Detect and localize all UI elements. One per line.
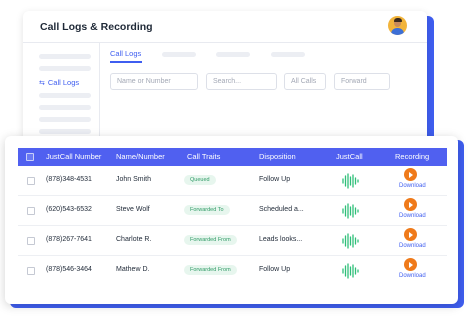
justcall-number: (620)543-6532 [46,206,92,213]
sidebar-placeholder [39,105,91,110]
call-trait-badge: Queued [184,175,216,185]
page-title: Call Logs & Recording [40,21,153,33]
waveform-icon[interactable] [341,233,359,249]
download-link[interactable]: Download [399,183,426,189]
call-trait-badge: Forwarded To [184,205,230,215]
search-input[interactable]: Search... [206,73,277,90]
sliders-icon: ⇆ [39,79,45,87]
download-link[interactable]: Download [399,273,426,279]
call-trait-badge: Forwarded From [184,265,237,275]
contact-name: Mathew D. [116,266,150,273]
sidebar-placeholder [39,129,91,134]
download-link[interactable]: Download [399,213,426,219]
avatar[interactable] [388,16,407,35]
sidebar-placeholder [39,117,91,122]
forward-filter-select[interactable]: Forward [334,73,390,90]
call-trait-badge: Forwarded From [184,235,237,245]
sidebar-divider [99,43,100,143]
call-logs-window: Call Logs & Recording ⇆ Call Logs Call L… [23,11,427,143]
tab-placeholder [216,52,250,57]
row-checkbox[interactable] [27,177,35,185]
play-recording-button[interactable] [404,198,417,211]
waveform-icon[interactable] [341,263,359,279]
tab-active-indicator [110,61,142,63]
tab-call-logs[interactable]: Call Logs [110,49,141,58]
disposition: Leads looks... [259,236,303,243]
select-all-checkbox[interactable] [26,153,34,161]
column-header[interactable]: JustCall [336,152,363,161]
justcall-number: (878)348-4531 [46,176,92,183]
contact-name: Steve Wolf [116,206,150,213]
stage: Call Logs & Recording ⇆ Call Logs Call L… [0,0,474,324]
table-row[interactable]: (878)267-7641 Charlote R. Forwarded From… [18,226,447,256]
row-checkbox[interactable] [27,237,35,245]
table-row[interactable]: (620)543-6532 Steve Wolf Forwarded To Sc… [18,196,447,226]
contact-name: Charlote R. [116,236,152,243]
row-checkbox[interactable] [27,267,35,275]
call-logs-table-card: JustCall Number Name/Number Call Traits … [5,136,458,304]
disposition: Follow Up [259,176,291,183]
justcall-number: (878)546-3464 [46,266,92,273]
sidebar-placeholder [39,66,91,71]
name-or-number-input[interactable]: Name or Number [110,73,198,90]
column-header[interactable]: Call Traits [187,152,220,161]
column-header[interactable]: JustCall Number [46,152,101,161]
sidebar-placeholder [39,54,91,59]
header-divider [23,42,427,43]
download-link[interactable]: Download [399,243,426,249]
tab-placeholder [162,52,196,57]
table-header: JustCall Number Name/Number Call Traits … [18,148,447,166]
table-row[interactable]: (878)546-3464 Mathew D. Forwarded From F… [18,256,447,286]
sidebar-item-call-logs[interactable]: ⇆ Call Logs [39,78,79,87]
calls-filter-select[interactable]: All Calls [284,73,326,90]
sidebar-item-label: Call Logs [47,78,80,87]
column-header[interactable]: Disposition [259,152,296,161]
table-row[interactable]: (878)348-4531 John Smith Queued Follow U… [18,166,447,196]
column-header[interactable]: Name/Number [116,152,165,161]
column-header[interactable]: Recording [395,152,429,161]
sidebar-placeholder [39,93,91,98]
justcall-number: (878)267-7641 [46,236,92,243]
play-recording-button[interactable] [404,228,417,241]
disposition: Follow Up [259,266,291,273]
contact-name: John Smith [116,176,152,183]
play-recording-button[interactable] [404,168,417,181]
waveform-icon[interactable] [341,173,359,189]
row-checkbox[interactable] [27,207,35,215]
disposition: Scheduled a... [259,206,304,213]
play-recording-button[interactable] [404,258,417,271]
tab-placeholder [271,52,305,57]
waveform-icon[interactable] [341,203,359,219]
